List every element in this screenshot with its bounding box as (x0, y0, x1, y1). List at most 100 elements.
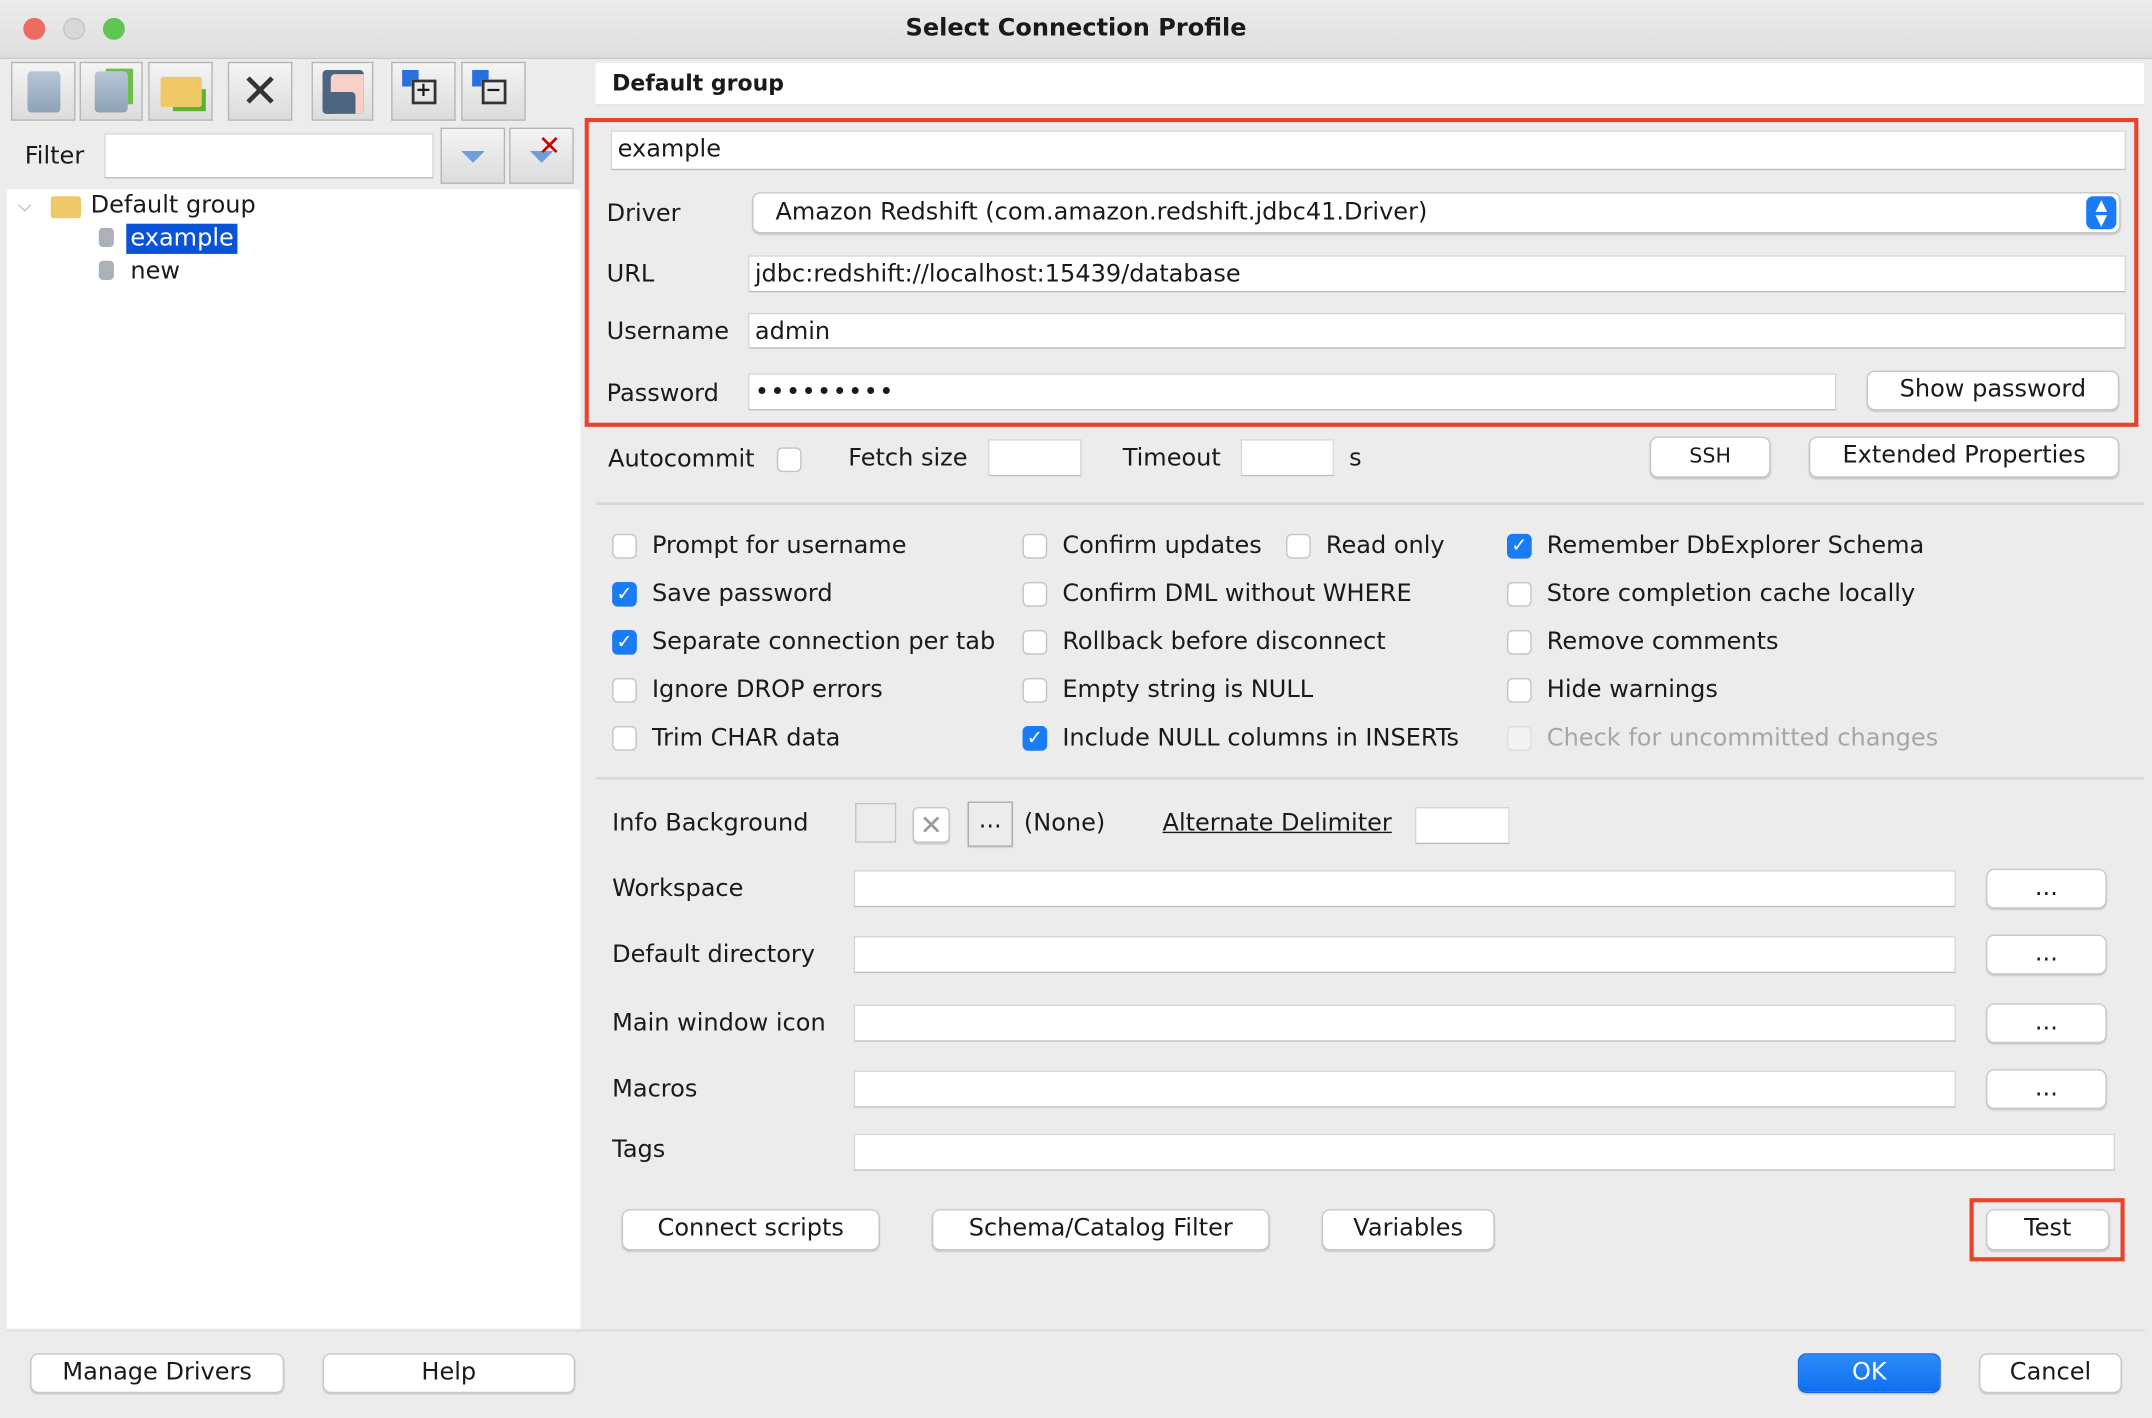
help-button[interactable]: Help (322, 1353, 576, 1394)
autocommit-checkbox[interactable] (776, 447, 802, 473)
divider (595, 776, 2144, 780)
confirm-dml-without-where-label[interactable]: Confirm DML without WHERE (1062, 579, 1411, 609)
ok-button[interactable]: OK (1797, 1353, 1941, 1394)
autocommit-label: Autocommit (608, 446, 755, 474)
variables-button[interactable]: Variables (1321, 1209, 1495, 1251)
trim-char-data-checkbox[interactable] (612, 726, 637, 751)
rollback-before-disconnect-checkbox[interactable] (1022, 629, 1048, 655)
default-directory-input[interactable] (853, 936, 1956, 974)
filter-input[interactable] (104, 133, 434, 179)
store-completion-cache-locally-checkbox[interactable] (1507, 581, 1532, 607)
workspace-input[interactable] (853, 870, 1956, 908)
clear-filter-button[interactable]: ⏷ ✕ (509, 127, 574, 184)
alternate-delimiter-input[interactable] (1415, 807, 1510, 845)
alternate-delimiter-link[interactable]: Alternate Delimiter (1163, 808, 1392, 838)
info-color-swatch[interactable] (855, 802, 897, 843)
delete-profile-button[interactable]: ✕ (227, 61, 293, 121)
empty-string-is-null-label[interactable]: Empty string is NULL (1062, 675, 1313, 705)
include-null-columns-in-inserts-checkbox[interactable]: ✓ (1022, 726, 1048, 751)
connection-profile-dialog: Select Connection Profile ✕ + − Filter ⏷… (0, 0, 2152, 1418)
extended-properties-button[interactable]: Extended Properties (1808, 436, 2120, 478)
confirm-updates-label[interactable]: Confirm updates (1062, 531, 1261, 561)
checkmark-icon: ✓ (1026, 727, 1043, 750)
new-profile-button[interactable] (10, 61, 76, 121)
remember-dbexplorer-schema-label[interactable]: Remember DbExplorer Schema (1547, 531, 1924, 561)
manage-drivers-button[interactable]: Manage Drivers (30, 1353, 285, 1394)
include-null-columns-in-inserts-label[interactable]: Include NULL columns in INSERTs (1062, 723, 1459, 753)
main-window-icon-input[interactable] (853, 1004, 1956, 1042)
macros-input[interactable] (853, 1070, 1956, 1108)
read-only-checkbox[interactable] (1286, 533, 1311, 559)
title-bar: Select Connection Profile (0, 0, 2152, 60)
remove-comments-label[interactable]: Remove comments (1547, 627, 1779, 657)
tree-item-example[interactable]: example (126, 223, 238, 254)
prompt-for-username-label[interactable]: Prompt for username (652, 531, 907, 561)
confirm-dml-without-where-checkbox[interactable] (1022, 581, 1048, 607)
group-title: Default group (612, 69, 784, 97)
filter-label: Filter (24, 142, 85, 171)
hide-warnings-label[interactable]: Hide warnings (1547, 675, 1718, 705)
checkmark-icon: ✓ (616, 631, 633, 654)
tree-group-default[interactable]: Default group (91, 191, 256, 221)
tree-item-new[interactable]: new (130, 257, 180, 287)
prompt-for-username-checkbox[interactable] (612, 533, 637, 559)
info-background-label: Info Background (612, 809, 809, 838)
trim-char-data-label[interactable]: Trim CHAR data (652, 723, 840, 753)
group-header: Default group (595, 63, 2144, 106)
password-input[interactable]: ••••••••• (748, 373, 1837, 411)
profile-toolbar: ✕ + − (7, 60, 581, 126)
separate-connection-per-tab-checkbox[interactable]: ✓ (612, 629, 637, 655)
timeout-unit: s (1349, 444, 1362, 473)
profile-name-input[interactable]: example (610, 130, 2127, 171)
save-profiles-button[interactable] (311, 61, 374, 121)
fetch-size-input[interactable] (988, 439, 1082, 477)
collapse-tree-button[interactable]: − (461, 61, 526, 121)
username-label: Username (606, 318, 730, 346)
main-window-icon-label: Main window icon (612, 1010, 826, 1038)
remember-dbexplorer-schema-checkbox[interactable]: ✓ (1507, 533, 1532, 559)
connect-scripts-button[interactable]: Connect scripts (621, 1209, 880, 1251)
timeout-input[interactable] (1240, 439, 1335, 477)
separate-connection-per-tab-label[interactable]: Separate connection per tab (652, 627, 995, 657)
filter-icon: ⏷ (459, 136, 486, 175)
default-directory-browse-button[interactable]: ... (1986, 934, 2107, 975)
cancel-button[interactable]: Cancel (1979, 1353, 2122, 1394)
driver-select[interactable]: Amazon Redshift (com.amazon.redshift.jdb… (752, 192, 2121, 234)
ignore-drop-errors-label[interactable]: Ignore DROP errors (652, 675, 883, 705)
test-button[interactable]: Test (1986, 1209, 2110, 1251)
new-folder-button[interactable] (148, 61, 213, 121)
ssh-button[interactable]: SSH (1649, 436, 1771, 478)
database-icon (98, 260, 114, 280)
save-password-label[interactable]: Save password (652, 579, 833, 609)
macros-browse-button[interactable]: ... (1986, 1069, 2107, 1109)
save-icon (321, 69, 364, 114)
schema-catalog-filter-button[interactable]: Schema/Catalog Filter (931, 1209, 1270, 1251)
url-input[interactable]: jdbc:redshift://localhost:15439/database (748, 255, 2127, 293)
store-completion-cache-locally-label[interactable]: Store completion cache locally (1547, 579, 1915, 609)
expand-tree-button[interactable]: + (391, 61, 456, 121)
driver-value: Amazon Redshift (com.amazon.redshift.jdb… (775, 199, 1428, 227)
empty-string-is-null-checkbox[interactable] (1022, 678, 1048, 703)
copy-profile-button[interactable] (79, 61, 143, 121)
show-password-button[interactable]: Show password (1866, 370, 2120, 411)
chevron-down-icon[interactable]: ⌵ (18, 192, 32, 222)
check-for-uncommitted-changes-label[interactable]: Check for uncommitted changes (1547, 723, 1938, 753)
read-only-label[interactable]: Read only (1326, 531, 1445, 561)
apply-filter-button[interactable]: ⏷ (440, 127, 506, 184)
username-input[interactable]: admin (748, 312, 2127, 349)
clear-icon: ✕ (919, 808, 943, 842)
hide-warnings-checkbox[interactable] (1507, 678, 1532, 703)
remove-comments-checkbox[interactable] (1507, 629, 1532, 655)
main-window-icon-browse-button[interactable]: ... (1986, 1003, 2107, 1044)
confirm-updates-checkbox[interactable] (1022, 533, 1048, 559)
ignore-drop-errors-checkbox[interactable] (612, 678, 637, 703)
password-label: Password (606, 380, 719, 408)
select-arrows-icon: ▲ ▼ (2086, 196, 2117, 230)
rollback-before-disconnect-label[interactable]: Rollback before disconnect (1062, 627, 1385, 657)
choose-color-button[interactable]: ... (967, 801, 1013, 847)
timeout-label: Timeout (1122, 444, 1221, 473)
tags-input[interactable] (853, 1133, 2116, 1171)
save-password-checkbox[interactable]: ✓ (612, 581, 637, 607)
clear-color-button[interactable]: ✕ (912, 807, 950, 843)
workspace-browse-button[interactable]: ... (1986, 868, 2107, 909)
